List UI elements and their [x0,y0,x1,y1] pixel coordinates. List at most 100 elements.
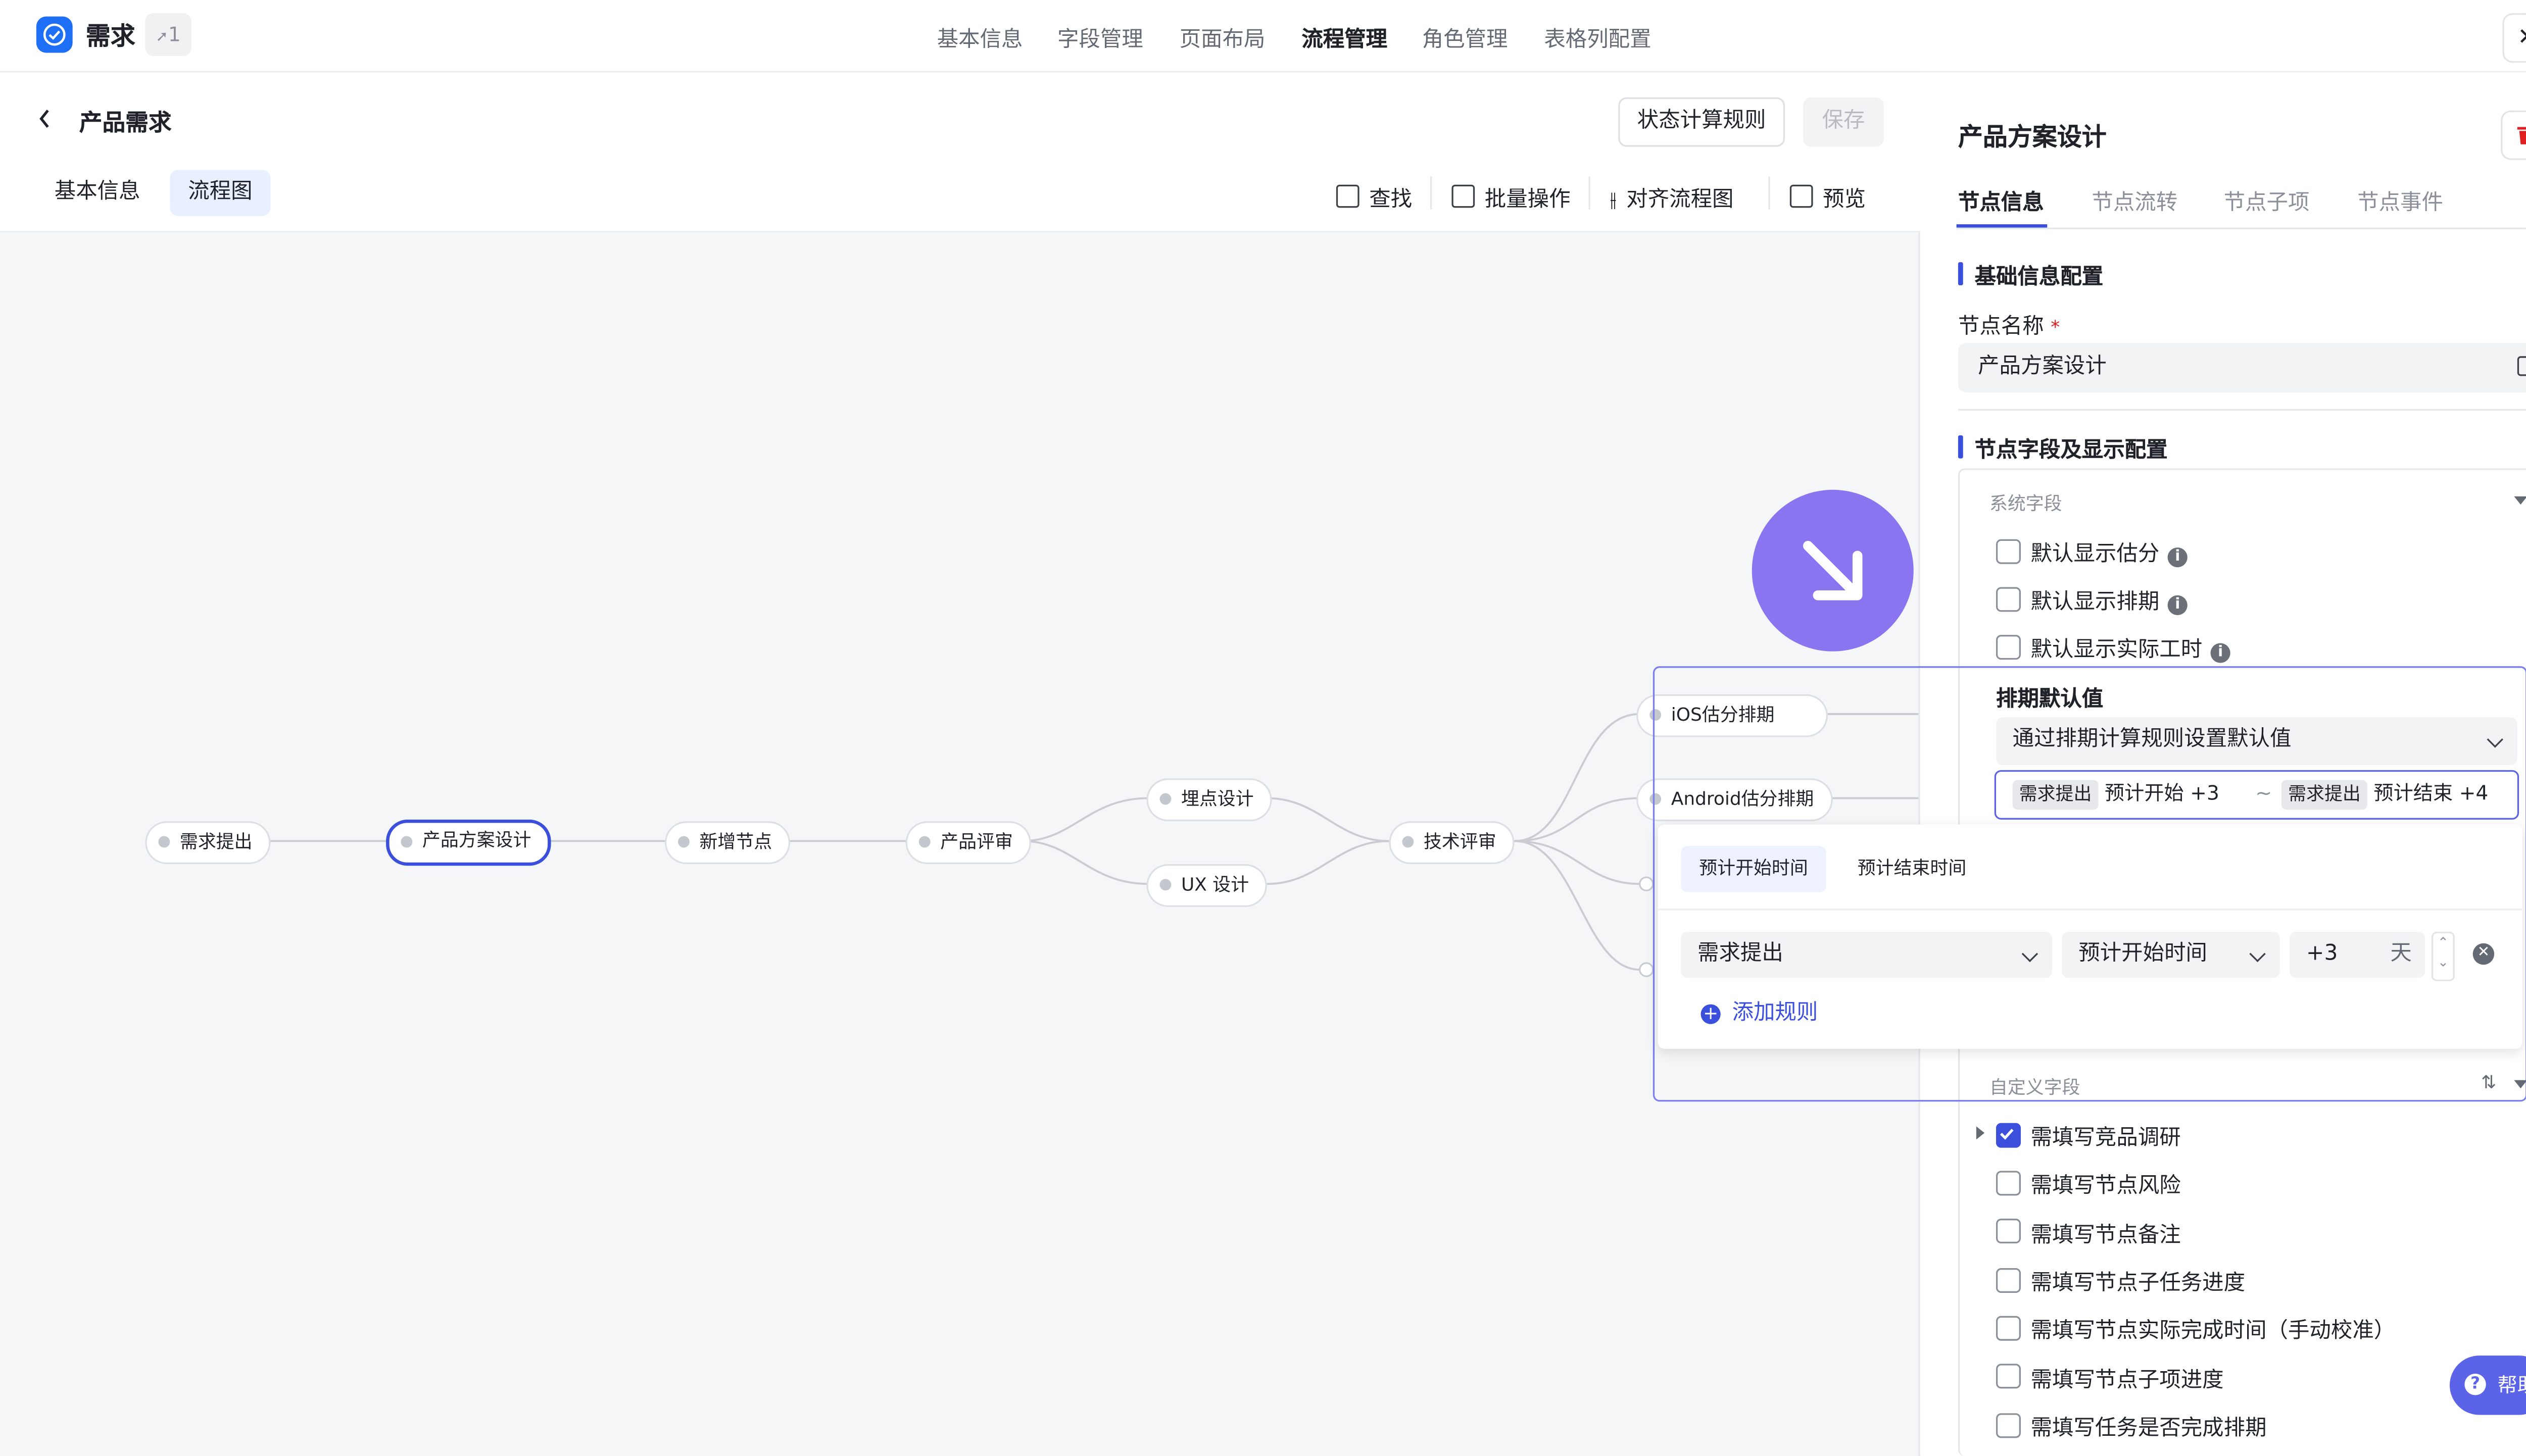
pointer-indicator [1752,489,1914,651]
check-icon [2000,1128,2014,1140]
checkbox-show-actual-hours[interactable] [1996,635,2021,660]
tab-end-time[interactable]: 预计结束时间 [1839,846,1984,892]
arrow-down-right-icon [1803,541,1863,600]
section-basic-info: 基础信息配置 [1958,259,2103,290]
subitem-progress-label: 需填写节点子项进度 [2030,1369,2224,1394]
section-divider [1958,409,2526,411]
checkbox-show-estimate[interactable] [1996,539,2021,564]
node-risk-label: 需填写节点风险 [2030,1174,2181,1199]
caret-down-icon[interactable] [2514,496,2526,505]
chevron-down-icon [2021,945,2038,963]
checkbox-subitem-progress[interactable] [1996,1364,2021,1389]
flow-node-selected[interactable]: 产品方案设计 [386,819,551,866]
rule-node-select[interactable]: 需求提出 [1681,931,2053,978]
flow-edges [264,713,1919,977]
tab-node-events[interactable]: 节点事件 [2357,185,2443,216]
rule-time-field-select[interactable]: 预计开始时间 [2062,931,2280,978]
help-label: 帮助 [2497,1373,2526,1397]
checkbox-node-remark[interactable] [1996,1219,2021,1244]
show-schedule-text: 默认显示排期 [2030,590,2160,615]
required-mark: * [2051,316,2060,338]
checkbox-actual-finish-time[interactable] [1996,1316,2021,1341]
info-icon[interactable]: i [2167,547,2188,568]
help-icon: ? [2464,1373,2486,1395]
tabs-divider [1956,227,2526,229]
remove-rule-icon[interactable]: ✕ [2472,943,2495,965]
flow-node[interactable]: 新增节点 [664,821,791,865]
show-estimate-text: 默认显示估分 [2030,542,2160,568]
node-name-input[interactable]: 产品方案设计 [1958,343,2526,393]
info-icon[interactable]: i [2210,643,2230,663]
edge [1514,797,1640,842]
rule-offset-value: +3 [2306,941,2338,967]
stepper-up-icon[interactable]: ⌃ [2438,935,2449,949]
node-name-label: 节点名称 * [1958,309,2060,340]
add-rule-label: 添加规则 [1732,1001,1818,1026]
offset-stepper[interactable]: ⌃ ⌄ [2432,931,2455,981]
edge [1267,797,1389,842]
node-name-label-text: 节点名称 [1958,315,2044,340]
custom-fields-label: 自定义字段 [1989,1077,2080,1098]
edge [1514,713,1640,842]
edge [1514,840,1640,885]
expand-caret-icon[interactable] [1976,1126,1985,1140]
tab-node-transition[interactable]: 节点流转 [2092,185,2177,216]
node-remark-label: 需填写节点备注 [2030,1223,2181,1248]
tab-node-subitems[interactable]: 节点子项 [2224,185,2310,216]
rule-unit: 天 [2390,941,2412,967]
system-fields-label: 系统字段 [1989,493,2062,515]
range-start-node-chip: 需求提出 [2012,780,2099,810]
checkbox-subtask-progress[interactable] [1996,1268,2021,1293]
subtask-progress-label: 需填写节点子任务进度 [2030,1271,2246,1296]
active-tab-indicator [1956,224,2048,228]
node-name-value: 产品方案设计 [1978,355,2107,380]
flow-node[interactable]: UX 设计 [1146,864,1268,907]
actual-finish-time-label: 需填写节点实际完成时间（手动校准） [2030,1319,2396,1344]
edge [1023,797,1148,842]
rule-node-value: 需求提出 [1697,941,1783,967]
flow-node[interactable]: 埋点设计 [1146,778,1272,822]
chevron-down-icon [2487,731,2503,748]
close-button[interactable]: ✕ [2502,13,2526,63]
range-end-text: 预计结束 +4 [2373,781,2489,805]
caret-down-icon[interactable] [2514,1080,2526,1089]
add-rule-button[interactable]: + 添加规则 [1701,994,1818,1026]
rule-offset-input[interactable]: +3 天 [2290,931,2425,978]
popup-divider [1658,909,2522,911]
node-handle [1639,876,1654,891]
task-scheduled-label: 需填写任务是否完成排期 [2030,1416,2267,1441]
rule-time-field-value: 预计开始时间 [2078,941,2208,967]
edge [1023,840,1148,885]
node-handle [1639,962,1654,977]
info-icon[interactable]: i [2167,595,2188,615]
edit-icon[interactable] [2517,356,2526,376]
tab-start-time[interactable]: 预计开始时间 [1681,846,1826,892]
schedule-range-input[interactable]: 需求提出 预计开始 +3 ~ 需求提出 预计结束 +4 [1994,770,2519,820]
edge [1267,840,1389,885]
delete-button[interactable] [2501,110,2526,160]
flow-node[interactable]: 技术评审 [1389,821,1515,865]
show-estimate-label: 默认显示估分 i [2030,536,2188,568]
chevron-down-icon [2249,945,2266,963]
checkbox-task-scheduled[interactable] [1996,1413,2021,1438]
flow-node[interactable]: 需求提出 [145,821,271,865]
stepper-down-icon[interactable]: ⌄ [2438,955,2449,970]
competitor-research-label: 需填写竞品调研 [2030,1126,2181,1151]
plus-circle-icon: + [1701,1003,1721,1024]
range-start-text: 预计开始 +3 [2104,781,2219,805]
checkbox-competitor-research[interactable] [1996,1123,2021,1148]
checkbox-show-schedule[interactable] [1996,587,2021,612]
section-field-config: 节点字段及显示配置 [1958,432,2168,464]
close-icon: ✕ [2517,25,2526,51]
range-end-node-chip: 需求提出 [2281,780,2367,810]
show-actual-hours-text: 默认显示实际工时 [2030,638,2203,663]
trash-icon [2517,127,2526,144]
flow-node[interactable]: 产品评审 [905,821,1031,865]
schedule-mode-select[interactable]: 通过排期计算规则设置默认值 [1996,717,2517,766]
sort-icon[interactable]: ⇅ [2481,1072,2496,1093]
panel-title: 产品方案设计 [1958,122,2107,152]
checkbox-node-risk[interactable] [1996,1171,2021,1196]
tab-node-info[interactable]: 节点信息 [1958,185,2044,216]
show-actual-hours-label: 默认显示实际工时 i [2031,632,2230,663]
help-button[interactable]: ? 帮助 [2449,1355,2526,1415]
